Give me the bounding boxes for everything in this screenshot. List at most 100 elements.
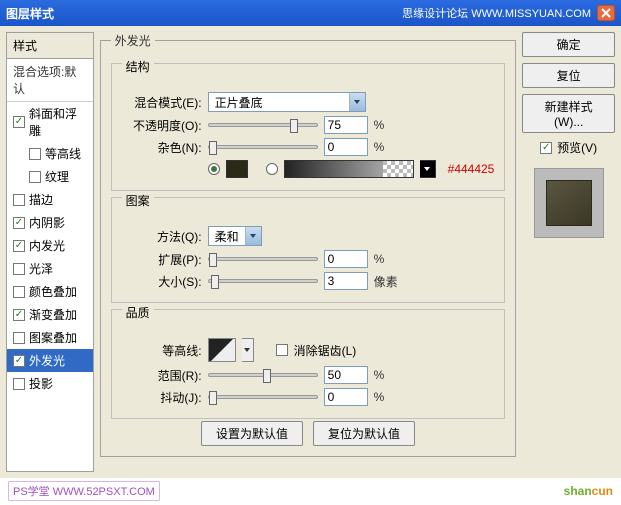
- main-area: 样式 混合选项:默认 斜面和浮雕等高线纹理描边内阴影内发光光泽颜色叠加渐变叠加图…: [0, 26, 621, 478]
- structure-title: 结构: [122, 58, 154, 75]
- sidebar-item-11[interactable]: 投影: [7, 372, 93, 395]
- sidebar-item-7[interactable]: 颜色叠加: [7, 280, 93, 303]
- close-icon: [601, 8, 611, 18]
- style-label: 斜面和浮雕: [29, 105, 87, 139]
- brand-text: 思缘设计论坛 WWW.MISSYUAN.COM: [402, 5, 591, 21]
- color-hex: #444425: [448, 162, 495, 176]
- cancel-button[interactable]: 复位: [522, 63, 615, 88]
- spread-slider[interactable]: [208, 257, 318, 261]
- new-style-button[interactable]: 新建样式(W)...: [522, 94, 615, 133]
- noise-input[interactable]: [324, 138, 368, 156]
- elements-title: 图案: [122, 192, 154, 209]
- antialias-checkbox[interactable]: [276, 344, 288, 356]
- style-checkbox[interactable]: [13, 286, 25, 298]
- preview-box: [534, 168, 604, 238]
- range-input[interactable]: [324, 366, 368, 384]
- close-button[interactable]: [597, 5, 615, 21]
- sidebar-item-2[interactable]: 纹理: [7, 165, 93, 188]
- sidebar-item-0[interactable]: 斜面和浮雕: [7, 102, 93, 142]
- style-checkbox[interactable]: [13, 378, 25, 390]
- gradient-dropdown-arrow[interactable]: [420, 160, 436, 178]
- sidebar-item-4[interactable]: 内阴影: [7, 211, 93, 234]
- jitter-unit: %: [374, 390, 385, 404]
- chevron-down-icon: [245, 227, 261, 245]
- style-label: 内阴影: [29, 214, 65, 231]
- sidebar-item-10[interactable]: 外发光: [7, 349, 93, 372]
- sidebar-item-1[interactable]: 等高线: [7, 142, 93, 165]
- spread-input[interactable]: [324, 250, 368, 268]
- sidebar-header[interactable]: 样式: [7, 33, 93, 59]
- blend-options-item[interactable]: 混合选项:默认: [7, 59, 93, 102]
- spread-label: 扩展(P):: [122, 251, 202, 268]
- jitter-label: 抖动(J):: [122, 389, 202, 406]
- style-label: 渐变叠加: [29, 306, 77, 323]
- style-label: 内发光: [29, 237, 65, 254]
- style-checkbox[interactable]: [29, 171, 41, 183]
- range-slider[interactable]: [208, 373, 318, 377]
- styles-list: 斜面和浮雕等高线纹理描边内阴影内发光光泽颜色叠加渐变叠加图案叠加外发光投影: [7, 102, 93, 395]
- size-unit: 像素: [374, 273, 398, 290]
- outer-glow-group: 外发光 结构 混合模式(E): 正片叠底 不透明度(O): %: [100, 32, 517, 457]
- jitter-input[interactable]: [324, 388, 368, 406]
- style-checkbox[interactable]: [13, 116, 25, 128]
- make-default-button[interactable]: 设置为默认值: [201, 421, 303, 446]
- shancun-watermark: shancun: [564, 484, 613, 498]
- opacity-label: 不透明度(O):: [122, 117, 202, 134]
- style-checkbox[interactable]: [13, 240, 25, 252]
- preview-label: 预览(V): [557, 139, 597, 156]
- blend-mode-dropdown[interactable]: 正片叠底: [208, 92, 366, 112]
- size-slider[interactable]: [208, 279, 318, 283]
- gradient-preview[interactable]: [284, 160, 414, 178]
- style-label: 颜色叠加: [29, 283, 77, 300]
- opacity-unit: %: [374, 118, 385, 132]
- noise-slider[interactable]: [208, 145, 318, 149]
- gradient-radio[interactable]: [266, 163, 278, 175]
- sidebar-item-8[interactable]: 渐变叠加: [7, 303, 93, 326]
- style-checkbox[interactable]: [13, 194, 25, 206]
- contour-label: 等高线:: [122, 342, 202, 359]
- style-checkbox[interactable]: [13, 332, 25, 344]
- preview-thumbnail: [546, 180, 592, 226]
- contour-picker[interactable]: [208, 338, 236, 362]
- sidebar-item-6[interactable]: 光泽: [7, 257, 93, 280]
- reset-default-button[interactable]: 复位为默认值: [313, 421, 415, 446]
- technique-label: 方法(Q):: [122, 228, 202, 245]
- styles-sidebar: 样式 混合选项:默认 斜面和浮雕等高线纹理描边内阴影内发光光泽颜色叠加渐变叠加图…: [6, 32, 94, 472]
- style-label: 外发光: [29, 352, 65, 369]
- technique-dropdown[interactable]: 柔和: [208, 226, 262, 246]
- style-checkbox[interactable]: [13, 217, 25, 229]
- style-checkbox[interactable]: [13, 263, 25, 275]
- range-label: 范围(R):: [122, 367, 202, 384]
- size-label: 大小(S):: [122, 273, 202, 290]
- noise-unit: %: [374, 140, 385, 154]
- style-label: 图案叠加: [29, 329, 77, 346]
- preview-checkbox[interactable]: [540, 142, 552, 154]
- jitter-slider[interactable]: [208, 395, 318, 399]
- structure-group: 结构 混合模式(E): 正片叠底 不透明度(O): % 杂色(N):: [111, 63, 506, 191]
- sidebar-item-3[interactable]: 描边: [7, 188, 93, 211]
- contour-dropdown-arrow[interactable]: [242, 338, 254, 362]
- style-label: 等高线: [45, 145, 81, 162]
- spread-unit: %: [374, 252, 385, 266]
- quality-title: 品质: [122, 304, 154, 321]
- opacity-slider[interactable]: [208, 123, 318, 127]
- ok-button[interactable]: 确定: [522, 32, 615, 57]
- sidebar-item-9[interactable]: 图案叠加: [7, 326, 93, 349]
- size-input[interactable]: [324, 272, 368, 290]
- right-column: 确定 复位 新建样式(W)... 预览(V): [522, 32, 615, 472]
- color-swatch[interactable]: [226, 160, 248, 178]
- style-label: 投影: [29, 375, 53, 392]
- style-label: 纹理: [45, 168, 69, 185]
- settings-panel: 外发光 结构 混合模式(E): 正片叠底 不透明度(O): %: [100, 32, 517, 472]
- style-checkbox[interactable]: [13, 309, 25, 321]
- noise-label: 杂色(N):: [122, 139, 202, 156]
- footer: PS学堂 WWW.52PSXT.COM shancun: [0, 478, 621, 504]
- sidebar-item-5[interactable]: 内发光: [7, 234, 93, 257]
- style-label: 光泽: [29, 260, 53, 277]
- elements-group: 图案 方法(Q): 柔和 扩展(P): % 大小(S):: [111, 197, 506, 303]
- style-checkbox[interactable]: [13, 355, 25, 367]
- color-radio[interactable]: [208, 163, 220, 175]
- opacity-input[interactable]: [324, 116, 368, 134]
- range-unit: %: [374, 368, 385, 382]
- style-checkbox[interactable]: [29, 148, 41, 160]
